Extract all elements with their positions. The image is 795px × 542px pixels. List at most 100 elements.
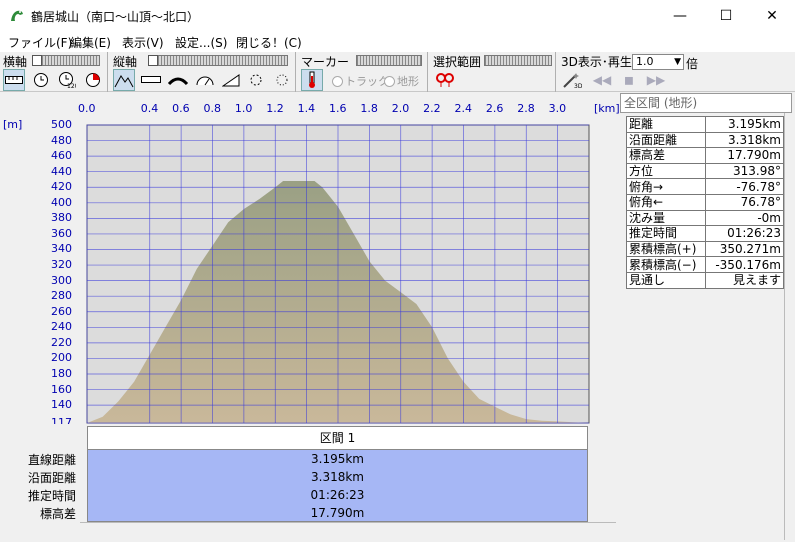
- info-row-label: 距離: [625, 116, 707, 133]
- info-row: 見通し 見えます: [625, 271, 784, 289]
- mountain-icon: [114, 75, 134, 88]
- info-row-label: 沿面距離: [625, 131, 707, 149]
- info-row-label: 方位: [625, 162, 707, 180]
- horizontal-axis-slider-thumb[interactable]: [32, 55, 42, 66]
- fast-forward-icon: ▶▶: [646, 73, 666, 87]
- vertical-axis-label: 縦軸: [113, 55, 138, 69]
- marker-group: マーカー トラック 地形: [298, 52, 428, 92]
- info-row-value: -76.78°: [705, 178, 784, 195]
- play-forward-button[interactable]: ▶▶: [645, 69, 667, 91]
- vertical-axis-group: 縦軸: [110, 52, 296, 92]
- info-row-label: 推定時間: [625, 225, 707, 242]
- radio-track-label: トラック: [345, 75, 389, 88]
- zoom-unit: 倍: [686, 57, 699, 71]
- info-row-value: 350.271m: [705, 240, 784, 258]
- section-estimated-time: 01:26:23: [310, 488, 365, 502]
- elevation-chart-area: [m] [km] 0.0 0.4 0.6 0.8 1.0 1.2 1.4 1.6 1.8 2.0 2…: [0, 93, 620, 429]
- section-header[interactable]: 区間 1: [87, 426, 588, 450]
- info-row: 推定時間 01:26:23: [625, 225, 784, 242]
- vertical-axis-slider-thumb[interactable]: [148, 55, 158, 66]
- slope-button[interactable]: [220, 69, 242, 91]
- menu-edit[interactable]: 編集(E): [70, 34, 111, 51]
- distance-axis-button[interactable]: [3, 69, 25, 91]
- radio-terrain[interactable]: 地形: [384, 73, 419, 89]
- red-pins-icon: [436, 73, 454, 87]
- row-label-straight-distance: 直線距離: [27, 453, 76, 467]
- dot-a-button[interactable]: [246, 69, 268, 91]
- dot-b-button[interactable]: [272, 69, 294, 91]
- info-row-value: 3.195km: [705, 116, 784, 133]
- info-row-label: 累積標高(−): [625, 256, 707, 273]
- flat-ruler-button[interactable]: [140, 69, 162, 91]
- menu-settings[interactable]: 設定...(S): [175, 34, 227, 51]
- time-120-axis-button[interactable]: 120: [56, 69, 78, 91]
- red-clock-icon: [86, 73, 100, 87]
- ruler-icon: [141, 76, 161, 83]
- section-values[interactable]: 3.195km 3.318km 01:26:23 17.790m: [87, 450, 588, 522]
- chevron-down-icon: ▼: [674, 57, 681, 67]
- app-icon: [11, 10, 23, 21]
- 3d-view-button[interactable]: 3D: [561, 69, 583, 91]
- info-row: 累積標高(−) -350.176m: [625, 256, 784, 273]
- marker-button[interactable]: [301, 69, 323, 91]
- time-axis-button[interactable]: [30, 69, 52, 91]
- info-row-label: 沈み量: [625, 209, 707, 227]
- clock-icon: [34, 73, 48, 87]
- display3d-label: 3D表示･再生: [561, 55, 632, 69]
- section-surface-distance: 3.318km: [311, 470, 364, 484]
- profile-view-button[interactable]: [113, 69, 135, 91]
- info-row: 沈み量 -0m: [625, 209, 784, 227]
- selection-slider[interactable]: [484, 55, 552, 66]
- info-row-label: 見通し: [625, 271, 707, 289]
- info-row-label: 標高差: [625, 147, 707, 164]
- radio-track-circle: [332, 76, 343, 87]
- play-reverse-button[interactable]: ◀◀: [591, 69, 613, 91]
- row-label-estimated-time: 推定時間: [27, 489, 76, 503]
- horizontal-scrollbar[interactable]: [80, 522, 616, 540]
- slope-icon: [222, 74, 240, 87]
- zoom-value: 1.0: [636, 55, 654, 68]
- selection-marker-button[interactable]: [434, 69, 456, 91]
- horizontal-axis-slider[interactable]: [32, 55, 100, 66]
- minimize-button[interactable]: —: [657, 0, 703, 32]
- menu-file[interactable]: ファイル(F): [8, 34, 72, 51]
- title-bar: 鶴居城山（南口〜山頂〜北口） — ☐ ✕: [0, 0, 795, 32]
- info-row-value: 見えます: [705, 271, 784, 289]
- curved-ruler-icon: [168, 77, 188, 86]
- dotted-circle-icon: [250, 74, 262, 86]
- row-label-surface-distance: 沿面距離: [27, 471, 76, 485]
- curved-ruler-button[interactable]: [167, 69, 189, 91]
- info-panel-header: 全区間 (地形): [620, 93, 792, 113]
- clock-120-icon: 120: [59, 72, 76, 89]
- marker-slider[interactable]: [356, 55, 422, 66]
- close-button[interactable]: ✕: [749, 0, 795, 32]
- maximize-button[interactable]: ☐: [703, 0, 749, 32]
- rewind-icon: ◀◀: [592, 73, 612, 87]
- thermometer-icon: [309, 71, 315, 88]
- info-row-value: 01:26:23: [705, 225, 784, 242]
- marker-label: マーカー: [301, 55, 350, 69]
- menu-close[interactable]: 閉じる！(C): [236, 34, 302, 51]
- stop-button[interactable]: ◼: [618, 69, 640, 91]
- zoom-select[interactable]: 1.0 ▼: [632, 54, 684, 70]
- info-row: 累積標高(+) 350.271m: [625, 240, 784, 258]
- time-red-axis-button[interactable]: [82, 69, 104, 91]
- section-straight-distance: 3.195km: [311, 452, 364, 466]
- svg-text:120: 120: [67, 83, 76, 89]
- info-row: 沿面距離 3.318km: [625, 131, 784, 149]
- info-row-value: 3.318km: [705, 131, 784, 149]
- selection-label: 選択範囲: [433, 55, 482, 69]
- window-title: 鶴居城山（南口〜山頂〜北口）: [31, 10, 200, 24]
- menu-view[interactable]: 表示(V): [122, 34, 164, 51]
- radio-track[interactable]: トラック: [332, 73, 389, 89]
- info-panel-scrollbar[interactable]: [784, 113, 794, 540]
- info-row: 標高差 17.790m: [625, 147, 784, 164]
- gauge-button[interactable]: [194, 69, 216, 91]
- 3d-wand-icon: 3D: [563, 73, 582, 89]
- radio-terrain-circle: [384, 76, 395, 87]
- section-elevation-diff: 17.790m: [310, 506, 365, 520]
- elevation-profile-svg[interactable]: [0, 93, 618, 424]
- vertical-axis-slider[interactable]: [148, 55, 288, 66]
- info-row-value: 313.98°: [705, 162, 784, 180]
- info-row-value: -350.176m: [705, 256, 784, 273]
